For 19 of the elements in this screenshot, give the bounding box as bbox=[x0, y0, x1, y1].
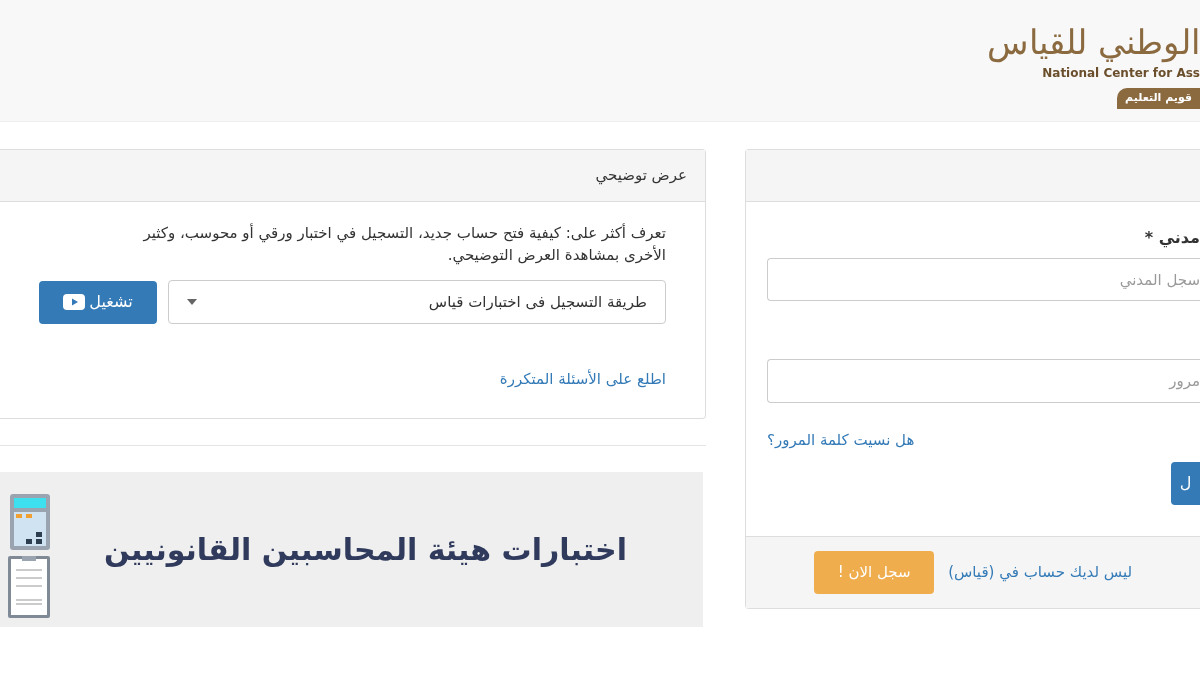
play-button[interactable]: تشغيل bbox=[39, 280, 157, 324]
video-play-icon bbox=[63, 294, 86, 310]
panel-title: عرض توضيحي bbox=[0, 150, 705, 202]
logo-arabic-text: الوطني للقياس bbox=[987, 22, 1200, 62]
calculator-icon bbox=[10, 494, 50, 550]
logo-tagline: قويم التعليم bbox=[1117, 88, 1200, 109]
field-label: مدني * bbox=[1144, 227, 1200, 250]
description-text: تعرف أكثر على: كيفية فتح حساب جديد، التسجيل في اختبار ورقي أو محوسب، وكثير الأخرى بمشاهدة العرض التوضيحي. bbox=[142, 222, 666, 266]
banner-title: اختبارات هيئة المحاسبين القانونيين bbox=[104, 531, 627, 569]
login-button[interactable]: ل bbox=[1171, 461, 1200, 505]
forgot-password-link[interactable]: هل نسيت كلمة المرور؟ bbox=[767, 429, 915, 452]
tutorial-select[interactable]: طريقة التسجيل فى اختبارات قياس bbox=[168, 280, 666, 324]
faq-link[interactable]: اطلع على الأسئلة المتكررة bbox=[499, 368, 666, 391]
logo-english-text: National Center for Ass bbox=[1042, 65, 1200, 82]
password-field[interactable]: مرور bbox=[767, 359, 1200, 403]
no-account-text: ليس لديك حساب في (قياس) bbox=[948, 562, 1132, 584]
national-id-field[interactable]: سجل المدني bbox=[767, 258, 1200, 301]
dropdown-caret-icon bbox=[187, 299, 197, 305]
clipboard-icon bbox=[8, 556, 50, 618]
